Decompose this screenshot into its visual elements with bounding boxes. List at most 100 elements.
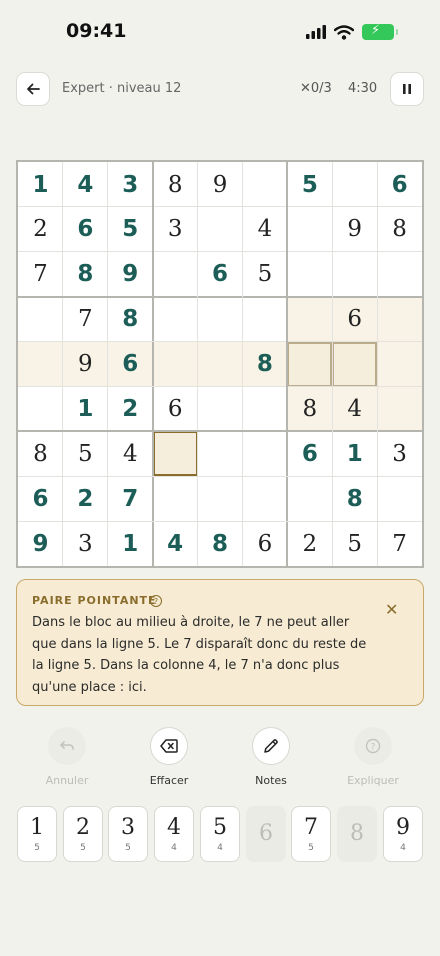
sudoku-cell[interactable]: 9 (108, 252, 153, 297)
sudoku-cell[interactable] (377, 296, 423, 342)
sudoku-cell[interactable]: 8 (377, 207, 422, 252)
sudoku-cell[interactable] (198, 297, 243, 342)
sudoku-cell[interactable]: 6 (377, 162, 422, 207)
sudoku-cell[interactable] (287, 252, 332, 297)
sudoku-cell[interactable]: 4 (332, 386, 378, 432)
help-circle-icon[interactable]: ? (150, 595, 162, 607)
sudoku-cell[interactable] (287, 341, 333, 387)
sudoku-cell[interactable]: 8 (63, 252, 108, 297)
key-3[interactable]: 35 (108, 806, 148, 862)
sudoku-cell[interactable] (18, 297, 63, 342)
sudoku-cell[interactable]: 2 (63, 476, 108, 521)
sudoku-cell[interactable]: 6 (18, 476, 63, 521)
sudoku-cell[interactable] (153, 476, 198, 521)
sudoku-cell[interactable]: 4 (63, 162, 108, 207)
sudoku-cell[interactable] (198, 476, 243, 521)
sudoku-cell[interactable]: 5 (287, 162, 332, 207)
sudoku-cell[interactable] (332, 162, 377, 207)
sudoku-cell[interactable]: 2 (287, 521, 332, 566)
sudoku-cell[interactable] (197, 341, 243, 387)
sudoku-cell[interactable]: 7 (18, 252, 63, 297)
sudoku-cell[interactable] (377, 341, 423, 387)
sudoku-cell[interactable] (287, 207, 332, 252)
sudoku-cell[interactable]: 9 (332, 207, 377, 252)
sudoku-cell[interactable] (242, 386, 287, 431)
sudoku-cell[interactable] (198, 207, 243, 252)
sudoku-cell[interactable] (153, 252, 198, 297)
sudoku-cell[interactable]: 5 (332, 521, 377, 566)
sudoku-cell[interactable]: 7 (377, 521, 422, 566)
sudoku-cell[interactable]: 6 (153, 386, 198, 431)
back-button[interactable] (16, 72, 50, 106)
entered-digit: 5 (122, 216, 139, 243)
key-9[interactable]: 94 (383, 806, 423, 862)
sudoku-cell[interactable]: 1 (108, 521, 153, 566)
sudoku-cell[interactable]: 1 (18, 162, 63, 207)
sudoku-cell[interactable]: 7 (108, 476, 153, 521)
sudoku-cell[interactable] (287, 476, 332, 521)
sudoku-cell[interactable]: 4 (242, 207, 287, 252)
sudoku-cell[interactable]: 9 (62, 341, 108, 387)
sudoku-cell[interactable] (332, 252, 377, 297)
cellular-signal-icon (306, 25, 326, 39)
sudoku-cell[interactable]: 3 (108, 162, 153, 207)
sudoku-cell[interactable]: 4 (108, 431, 153, 476)
sudoku-cell[interactable] (18, 341, 63, 387)
sudoku-cell[interactable] (198, 386, 243, 431)
key-5[interactable]: 54 (200, 806, 240, 862)
sudoku-cell[interactable]: 8 (108, 297, 153, 342)
sudoku-cell[interactable]: 6 (332, 296, 378, 342)
sudoku-cell[interactable]: 1 (332, 431, 377, 476)
pause-button[interactable] (390, 72, 424, 106)
sudoku-cell[interactable] (153, 297, 198, 342)
key-4[interactable]: 44 (154, 806, 194, 862)
sudoku-cell[interactable]: 8 (332, 476, 377, 521)
sudoku-cell[interactable]: 1 (63, 386, 108, 431)
sudoku-cell[interactable]: 8 (242, 341, 288, 387)
sudoku-cell[interactable]: 5 (63, 431, 108, 476)
sudoku-cell[interactable]: 8 (287, 386, 333, 432)
sudoku-cell[interactable] (242, 297, 287, 342)
key-6[interactable]: 6 (246, 806, 286, 862)
sudoku-cell[interactable] (198, 431, 243, 476)
key-2[interactable]: 25 (63, 806, 103, 862)
sudoku-cell[interactable]: 8 (18, 431, 63, 476)
sudoku-cell[interactable] (332, 341, 378, 387)
sudoku-cell[interactable] (242, 476, 287, 521)
sudoku-cell[interactable] (377, 476, 422, 521)
sudoku-cell[interactable]: 6 (242, 521, 287, 566)
sudoku-cell[interactable] (287, 296, 333, 342)
key-7[interactable]: 75 (291, 806, 331, 862)
sudoku-cell[interactable] (377, 386, 423, 432)
sudoku-cell[interactable]: 5 (242, 252, 287, 297)
sudoku-cell[interactable] (377, 252, 422, 297)
notes-button[interactable]: Notes (227, 727, 315, 787)
sudoku-cell[interactable]: 6 (287, 431, 332, 476)
sudoku-cell[interactable]: 8 (153, 162, 198, 207)
erase-button[interactable]: Effacer (125, 727, 213, 787)
sudoku-cell[interactable]: 7 (63, 297, 108, 342)
undo-button[interactable]: Annuler (23, 727, 111, 787)
hint-close-icon[interactable]: ✕ (385, 600, 398, 619)
sudoku-cell[interactable]: 3 (63, 521, 108, 566)
sudoku-cell[interactable] (242, 431, 287, 476)
explain-button[interactable]: ? Expliquer (329, 727, 417, 787)
sudoku-cell[interactable]: 9 (198, 162, 243, 207)
sudoku-cell[interactable] (152, 341, 198, 387)
sudoku-cell[interactable]: 6 (198, 252, 243, 297)
sudoku-cell[interactable]: 6 (63, 207, 108, 252)
sudoku-cell[interactable]: 6 (107, 341, 153, 387)
sudoku-cell[interactable]: 8 (198, 521, 243, 566)
sudoku-cell[interactable]: 5 (108, 207, 153, 252)
sudoku-cell[interactable]: 4 (153, 521, 198, 566)
key-1[interactable]: 15 (17, 806, 57, 862)
sudoku-cell[interactable]: 9 (18, 521, 63, 566)
sudoku-cell-selected[interactable] (152, 431, 198, 477)
key-8[interactable]: 8 (337, 806, 377, 862)
sudoku-cell[interactable]: 2 (108, 386, 153, 431)
sudoku-cell[interactable]: 3 (153, 207, 198, 252)
sudoku-cell[interactable] (242, 162, 287, 207)
sudoku-cell[interactable] (18, 386, 63, 431)
sudoku-cell[interactable]: 2 (18, 207, 63, 252)
sudoku-cell[interactable]: 3 (377, 431, 422, 476)
